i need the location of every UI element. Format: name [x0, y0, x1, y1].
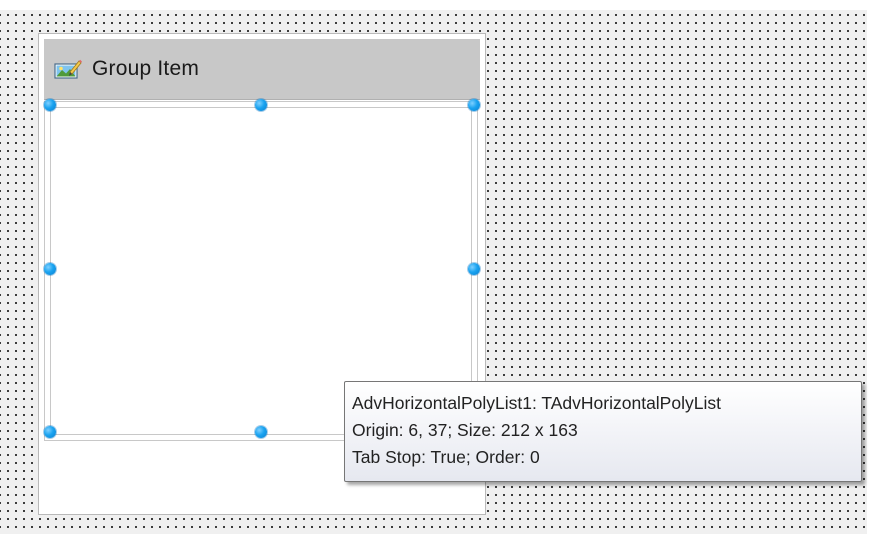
picture-icon — [54, 58, 82, 80]
resize-handle-bottom-center[interactable] — [255, 426, 267, 438]
tooltip-component-name: AdvHorizontalPolyList1: TAdvHorizontalPo… — [352, 393, 721, 413]
canvas-top-margin — [0, 0, 877, 10]
group-item-title: Group Item — [92, 57, 200, 80]
resize-handle-bottom-left[interactable] — [44, 426, 56, 438]
component-info-tooltip: AdvHorizontalPolyList1: TAdvHorizontalPo… — [344, 381, 862, 482]
group-item-header[interactable]: Group Item — [44, 39, 480, 100]
resize-handle-middle-right[interactable] — [468, 263, 480, 275]
canvas-right-margin — [867, 0, 877, 534]
resize-handle-middle-left[interactable] — [44, 263, 56, 275]
resize-handle-top-right[interactable] — [468, 99, 480, 111]
tooltip-tab-stop: Tab Stop: True; Order: 0 — [352, 447, 540, 467]
resize-handle-top-center[interactable] — [255, 99, 267, 111]
design-canvas[interactable]: Group Item AdvHorizontalPolyList1: TAdvH… — [0, 0, 877, 534]
tooltip-origin-size: Origin: 6, 37; Size: 212 x 163 — [352, 420, 578, 440]
resize-handle-top-left[interactable] — [44, 99, 56, 111]
